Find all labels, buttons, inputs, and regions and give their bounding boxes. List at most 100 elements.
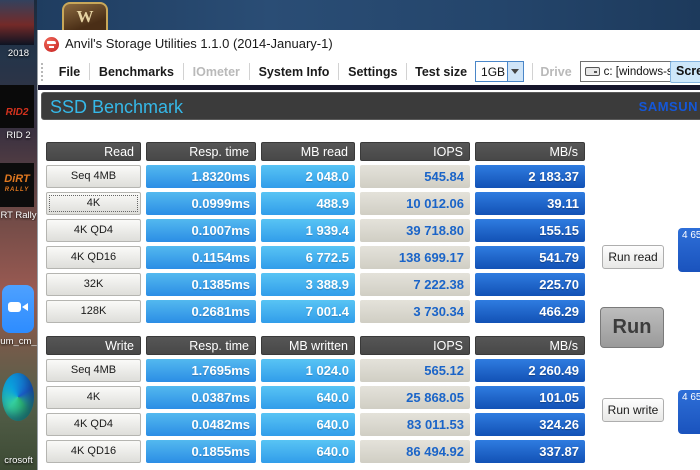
desktop-shortcut-label[interactable]: RID 2: [0, 130, 37, 141]
dirt-logo-subtext: RALLY: [5, 187, 30, 193]
menu-system-info[interactable]: System Info: [250, 65, 339, 79]
test-size-select[interactable]: 1GB: [475, 61, 524, 82]
value-cell: 541.79: [475, 246, 585, 269]
value-cell: 39.11: [475, 192, 585, 215]
window-titlebar[interactable]: Anvil's Storage Utilities 1.1.0 (2014-Ja…: [38, 30, 700, 58]
menu-file[interactable]: File: [50, 65, 90, 79]
value-cell: 545.84: [360, 165, 470, 188]
write-results-table: Write Resp. time MB written IOPS MB/s Seq 4MB…: [46, 336, 585, 467]
row-label-button[interactable]: 4K QD16: [46, 246, 141, 269]
menu-iometer: IOmeter: [184, 65, 249, 79]
benchmark-header-bar: SSD Benchmark SAMSUN: [41, 92, 700, 120]
column-header: MB written: [261, 336, 355, 355]
value-cell: 6 772.5: [261, 246, 355, 269]
run-read-button[interactable]: Run read: [602, 245, 664, 269]
value-cell: 155.15: [475, 219, 585, 242]
value-cell: 2 048.0: [261, 165, 355, 188]
row-label-button[interactable]: 128K: [46, 300, 141, 323]
value-cell: 0.0387ms: [146, 386, 256, 409]
menu-settings[interactable]: Settings: [339, 65, 406, 79]
value-cell: 466.29: [475, 300, 585, 323]
column-header: IOPS: [360, 336, 470, 355]
value-cell: 0.1154ms: [146, 246, 256, 269]
value-cell: 2 183.37: [475, 165, 585, 188]
desktop-shortcut-label[interactable]: RT Rally: [0, 210, 37, 221]
table-row: 4K QD40.1007ms1 939.439 718.80155.15: [46, 219, 585, 242]
test-size-value: 1GB: [476, 65, 507, 79]
dirt-logo-text: DiRT: [4, 173, 29, 185]
window-title: Anvil's Storage Utilities 1.1.0 (2014-Ja…: [65, 36, 333, 51]
drive-icon: [585, 67, 600, 76]
microsoft-edge-icon[interactable]: [2, 373, 34, 421]
row-label-button[interactable]: Seq 4MB: [46, 359, 141, 382]
run-write-button[interactable]: Run write: [602, 398, 664, 422]
column-header: Write: [46, 336, 141, 355]
value-cell: 1 024.0: [261, 359, 355, 382]
desktop-top-strip: W: [37, 0, 700, 30]
value-cell: 25 868.05: [360, 386, 470, 409]
row-label-button[interactable]: 4K: [46, 192, 141, 215]
grid2-tile-icon[interactable]: RID2: [0, 85, 34, 128]
benchmark-title: SSD Benchmark: [50, 97, 183, 118]
write-score-badge: 4 65: [678, 390, 700, 434]
value-cell: 7 001.4: [261, 300, 355, 323]
screenshot-button[interactable]: Scre: [670, 61, 700, 83]
table-row: 4K0.0387ms640.025 868.05101.05: [46, 386, 585, 409]
dirt-rally-tile-icon[interactable]: DiRT RALLY: [0, 163, 34, 207]
value-cell: 0.0482ms: [146, 413, 256, 436]
toolbar-grip[interactable]: [41, 63, 44, 81]
toolbar: File Benchmarks IOmeter System Info Sett…: [38, 58, 700, 85]
row-label-button[interactable]: Seq 4MB: [46, 165, 141, 188]
table-row: Seq 4MB1.7695ms1 024.0565.122 260.49: [46, 359, 585, 382]
dropdown-arrow-button[interactable]: [507, 62, 523, 81]
value-cell: 565.12: [360, 359, 470, 382]
camera-icon: [8, 302, 21, 312]
row-label-button[interactable]: 32K: [46, 273, 141, 296]
read-results-table: ReadResp. timeMB readIOPSMB/sSeq 4MB1.83…: [46, 142, 585, 327]
value-cell: 0.0999ms: [146, 192, 256, 215]
value-cell: 337.87: [475, 440, 585, 463]
row-label-button[interactable]: 4K: [46, 386, 141, 409]
menu-benchmarks[interactable]: Benchmarks: [90, 65, 183, 79]
value-cell: 0.1007ms: [146, 219, 256, 242]
value-cell: 7 222.38: [360, 273, 470, 296]
row-label-button[interactable]: 4K QD4: [46, 413, 141, 436]
column-header: MB/s: [475, 336, 585, 355]
value-cell: 640.0: [261, 386, 355, 409]
column-header: Resp. time: [146, 336, 256, 355]
desktop-background: 2018 RID2 RID 2 DiRT RALLY RT Rally um_c…: [0, 0, 37, 470]
value-cell: 83 011.53: [360, 413, 470, 436]
desktop-shortcut-label[interactable]: 2018: [0, 48, 37, 59]
table-row: 4K QD160.1154ms6 772.5138 699.17541.79: [46, 246, 585, 269]
table-row: 4K QD40.0482ms640.083 011.53324.26: [46, 413, 585, 436]
row-label-button[interactable]: 4K QD16: [46, 440, 141, 463]
value-cell: 1.7695ms: [146, 359, 256, 382]
column-header: MB read: [261, 142, 355, 161]
table-row: 4K QD160.1855ms640.086 494.92337.87: [46, 440, 585, 463]
f1-2018-tile-icon[interactable]: [0, 0, 34, 45]
value-cell: 640.0: [261, 440, 355, 463]
read-score-badge: 4 65: [678, 228, 700, 272]
desktop-shortcut-label[interactable]: crosoft: [0, 455, 37, 466]
value-cell: 640.0: [261, 413, 355, 436]
toolbar-divider: [38, 85, 700, 90]
table-row: 4K0.0999ms488.910 012.0639.11: [46, 192, 585, 215]
run-button[interactable]: Run: [600, 307, 664, 348]
wow-game-icon[interactable]: W: [62, 2, 108, 32]
value-cell: 1 939.4: [261, 219, 355, 242]
samsung-brand-label: SAMSUN: [639, 99, 698, 114]
value-cell: 3 388.9: [261, 273, 355, 296]
value-cell: 10 012.06: [360, 192, 470, 215]
column-header: Resp. time: [146, 142, 256, 161]
zoom-app-icon[interactable]: [2, 285, 34, 333]
drive-label: Drive: [532, 65, 579, 79]
row-label-button[interactable]: 4K QD4: [46, 219, 141, 242]
desktop-shortcut-label[interactable]: um_cm_: [0, 336, 37, 347]
table-row: Seq 4MB1.8320ms2 048.0545.842 183.37: [46, 165, 585, 188]
value-cell: 3 730.34: [360, 300, 470, 323]
column-header: Read: [46, 142, 141, 161]
value-cell: 101.05: [475, 386, 585, 409]
value-cell: 0.1855ms: [146, 440, 256, 463]
value-cell: 138 699.17: [360, 246, 470, 269]
value-cell: 225.70: [475, 273, 585, 296]
